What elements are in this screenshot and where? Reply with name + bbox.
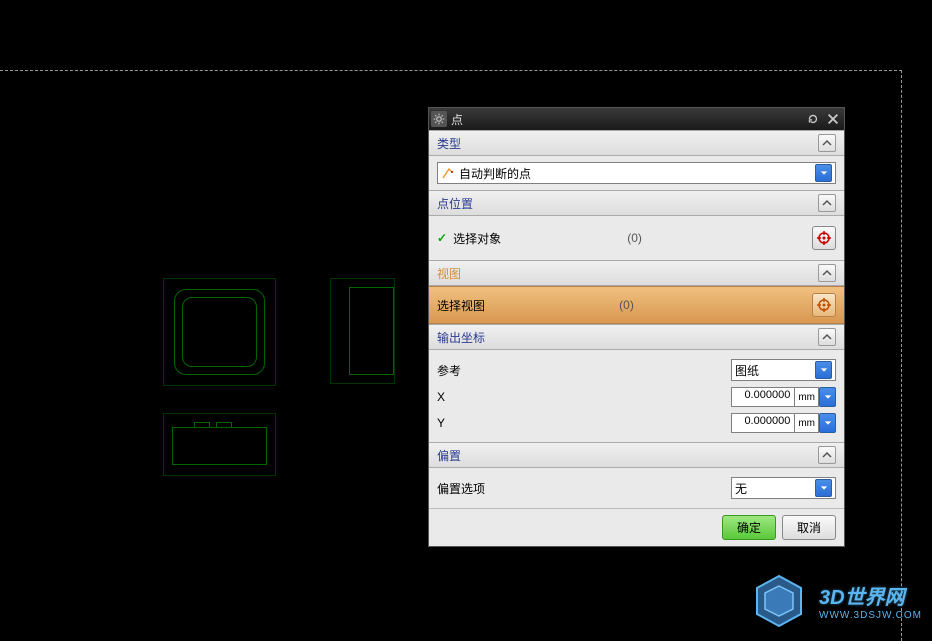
watermark-title: 3D世界网 [819, 581, 922, 610]
y-label: Y [437, 416, 497, 430]
ref-value: 图纸 [735, 362, 815, 379]
chevron-down-icon[interactable] [815, 164, 832, 182]
point-type-icon [441, 166, 455, 180]
section-label: 输出坐标 [437, 329, 485, 346]
close-icon[interactable] [824, 110, 842, 128]
drawing-view-3[interactable] [163, 413, 276, 476]
section-output-body: 参考 图纸 X 0.000000 mm Y 0.000000 mm [429, 350, 844, 442]
cancel-button[interactable]: 取消 [782, 515, 836, 540]
dialog-title: 点 [451, 111, 802, 128]
chevron-up-icon[interactable] [818, 134, 836, 152]
section-pointloc-body: ✓ 选择对象 (0) [429, 216, 844, 260]
section-label: 点位置 [437, 195, 473, 212]
watermark: 3D世界网 WWW.3DSJW.COM [749, 571, 922, 631]
select-count: (0) [627, 231, 642, 245]
ok-button[interactable]: 确定 [722, 515, 776, 540]
select-object-row[interactable]: ✓ 选择对象 (0) [437, 222, 836, 254]
section-output-header[interactable]: 输出坐标 [429, 324, 844, 350]
select-view-row[interactable]: 选择视图 (0) [429, 286, 844, 324]
ref-dropdown[interactable]: 图纸 [731, 359, 836, 381]
type-dropdown[interactable]: 自动判断的点 [437, 162, 836, 184]
spin-icon[interactable] [819, 387, 836, 407]
chevron-down-icon[interactable] [815, 479, 832, 497]
checkmark-icon: ✓ [437, 231, 447, 245]
section-label: 偏置 [437, 447, 461, 464]
reset-icon[interactable] [804, 110, 822, 128]
type-value: 自动判断的点 [459, 165, 815, 182]
watermark-url: WWW.3DSJW.COM [819, 610, 922, 621]
chevron-up-icon[interactable] [818, 328, 836, 346]
select-count: (0) [619, 298, 634, 312]
section-label: 类型 [437, 135, 461, 152]
drawing-view-1[interactable] [163, 278, 276, 386]
section-view-header[interactable]: 视图 [429, 260, 844, 286]
logo-icon [749, 571, 809, 631]
ref-label: 参考 [437, 362, 497, 379]
offset-value: 无 [735, 480, 815, 497]
y-unit: mm [795, 413, 819, 433]
x-unit: mm [795, 387, 819, 407]
section-offset-header[interactable]: 偏置 [429, 442, 844, 468]
point-dialog: 点 类型 自动判断的点 点位置 ✓ 选择对象 (0) [428, 107, 845, 547]
dialog-footer: 确定 取消 [429, 508, 844, 546]
spin-icon[interactable] [819, 413, 836, 433]
section-offset-body: 偏置选项 无 [429, 468, 844, 508]
offset-dropdown[interactable]: 无 [731, 477, 836, 499]
crosshair-icon[interactable] [812, 226, 836, 250]
y-input[interactable]: 0.000000 [731, 413, 795, 433]
section-type-body: 自动判断的点 [429, 156, 844, 190]
select-label: 选择对象 [453, 230, 623, 247]
x-input[interactable]: 0.000000 [731, 387, 795, 407]
section-label: 视图 [437, 265, 461, 282]
drawing-view-2[interactable] [330, 278, 395, 384]
chevron-down-icon[interactable] [815, 361, 832, 379]
chevron-up-icon[interactable] [818, 194, 836, 212]
chevron-up-icon[interactable] [818, 264, 836, 282]
chevron-up-icon[interactable] [818, 446, 836, 464]
dialog-titlebar[interactable]: 点 [429, 108, 844, 130]
section-pointloc-header[interactable]: 点位置 [429, 190, 844, 216]
gear-icon [431, 111, 447, 127]
section-type-header[interactable]: 类型 [429, 130, 844, 156]
crosshair-icon[interactable] [812, 293, 836, 317]
offset-label: 偏置选项 [437, 480, 497, 497]
x-label: X [437, 390, 497, 404]
select-label: 选择视图 [437, 297, 615, 314]
